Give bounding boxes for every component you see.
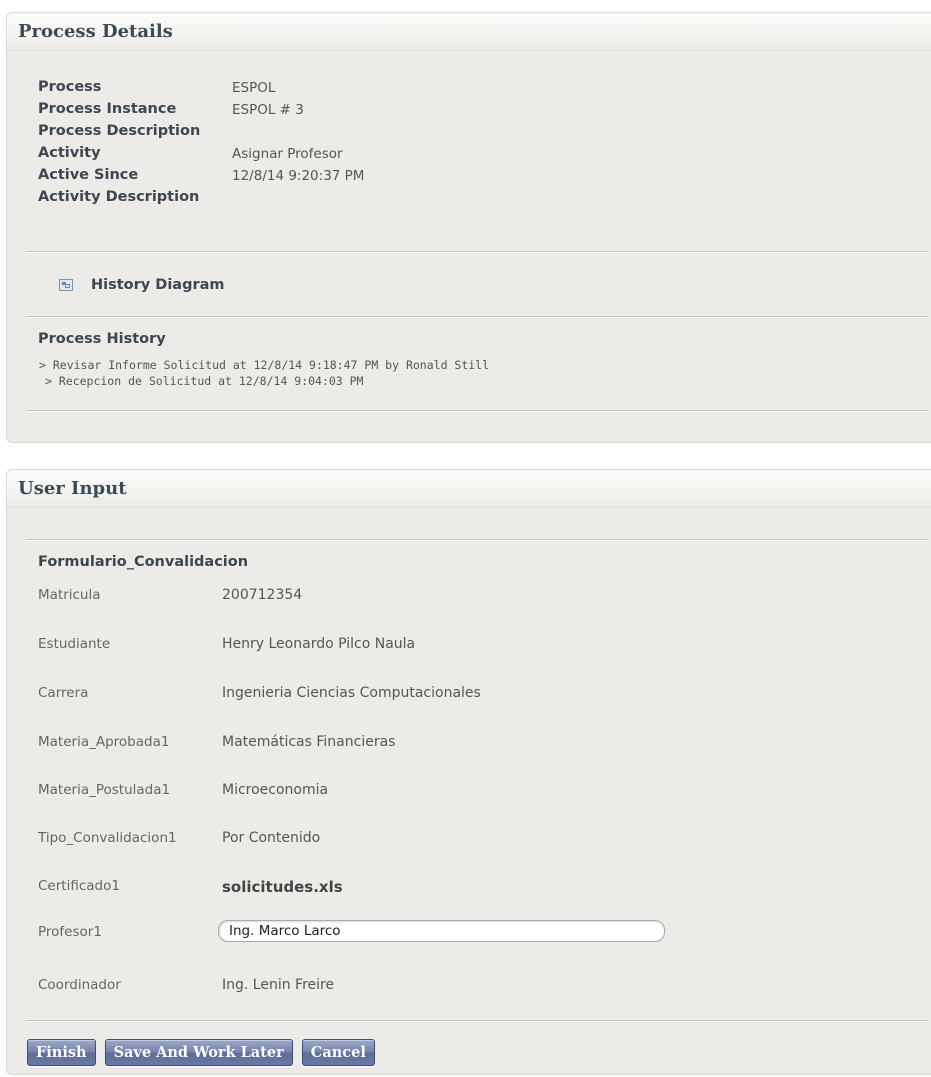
process-label: Process	[38, 79, 102, 95]
estudiante-value: Henry Leonardo Pilco Naula	[222, 636, 416, 652]
active-since-value: 12/8/14 9:20:37 PM	[232, 168, 365, 184]
history-item: > Revisar Informe Solicitud at 12/8/14 9…	[39, 358, 490, 372]
divider	[26, 539, 928, 541]
history-diagram-label: History Diagram	[91, 277, 225, 293]
estudiante-label: Estudiante	[38, 636, 111, 652]
finish-button[interactable]: Finish	[27, 1039, 96, 1066]
profesor-row: Profesor1	[38, 920, 918, 946]
profesor-label: Profesor1	[38, 924, 102, 940]
activity-value: Asignar Profesor	[232, 146, 343, 162]
matricula-value: 200712354	[222, 587, 303, 603]
process-details-title: Process Details	[7, 13, 931, 51]
activity-description-label: Activity Description	[38, 189, 200, 205]
tipo-convalidacion-row: Tipo_Convalidacion1 Por Contenido	[38, 828, 918, 852]
user-input-title: User Input	[7, 470, 931, 508]
save-and-work-later-button[interactable]: Save And Work Later	[104, 1039, 293, 1066]
divider	[26, 316, 928, 318]
form-actions: Finish Save And Work Later Cancel	[27, 1039, 384, 1066]
process-instance-value: ESPOL # 3	[232, 102, 304, 118]
certificado-label: Certificado1	[38, 878, 120, 894]
carrera-value: Ingenieria Ciencias Computacionales	[222, 685, 481, 701]
process-details-panel: Process Details Process ESPOL Process In…	[6, 12, 931, 443]
divider	[26, 251, 928, 253]
tipo-convalidacion-label: Tipo_Convalidacion1	[38, 830, 177, 846]
estudiante-row: Estudiante Henry Leonardo Pilco Naula	[38, 634, 918, 658]
materia-postulada-value: Microeconomia	[222, 782, 329, 798]
process-history-title: Process History	[38, 331, 166, 347]
diagram-icon	[59, 279, 73, 291]
tipo-convalidacion-value: Por Contenido	[222, 830, 321, 846]
divider	[26, 1020, 928, 1022]
materia-aprobada-row: Materia_Aprobada1 Matemáticas Financiera…	[38, 732, 918, 756]
certificado-file-link[interactable]: solicitudes.xls	[222, 878, 343, 896]
coordinador-row: Coordinador Ing. Lenin Freire	[38, 975, 918, 999]
process-value: ESPOL	[232, 80, 276, 96]
process-history-list: > Revisar Informe Solicitud at 12/8/14 9…	[39, 358, 489, 390]
process-instance-label: Process Instance	[38, 101, 177, 117]
user-input-panel: User Input Formulario_Convalidacion Matr…	[6, 469, 931, 1075]
coordinador-value: Ing. Lenin Freire	[222, 977, 335, 993]
certificado-row: Certificado1 solicitudes.xls	[38, 876, 918, 900]
matricula-label: Matricula	[38, 587, 101, 603]
activity-label: Activity	[38, 145, 101, 161]
materia-postulada-row: Materia_Postulada1 Microeconomia	[38, 780, 918, 804]
materia-postulada-label: Materia_Postulada1	[38, 782, 171, 798]
profesor-input[interactable]	[218, 920, 665, 942]
form-title: Formulario_Convalidacion	[38, 554, 249, 570]
cancel-button[interactable]: Cancel	[301, 1039, 375, 1066]
carrera-label: Carrera	[38, 685, 89, 701]
materia-aprobada-value: Matemáticas Financieras	[222, 734, 396, 750]
coordinador-label: Coordinador	[38, 977, 121, 993]
history-diagram-link[interactable]: History Diagram	[59, 277, 225, 293]
process-description-label: Process Description	[38, 123, 201, 139]
history-item: > Recepcion de Solicitud at 12/8/14 9:04…	[45, 374, 364, 388]
active-since-label: Active Since	[38, 167, 139, 183]
carrera-row: Carrera Ingenieria Ciencias Computaciona…	[38, 683, 918, 707]
divider	[26, 410, 928, 412]
matricula-row: Matricula 200712354	[38, 585, 918, 609]
materia-aprobada-label: Materia_Aprobada1	[38, 734, 170, 750]
